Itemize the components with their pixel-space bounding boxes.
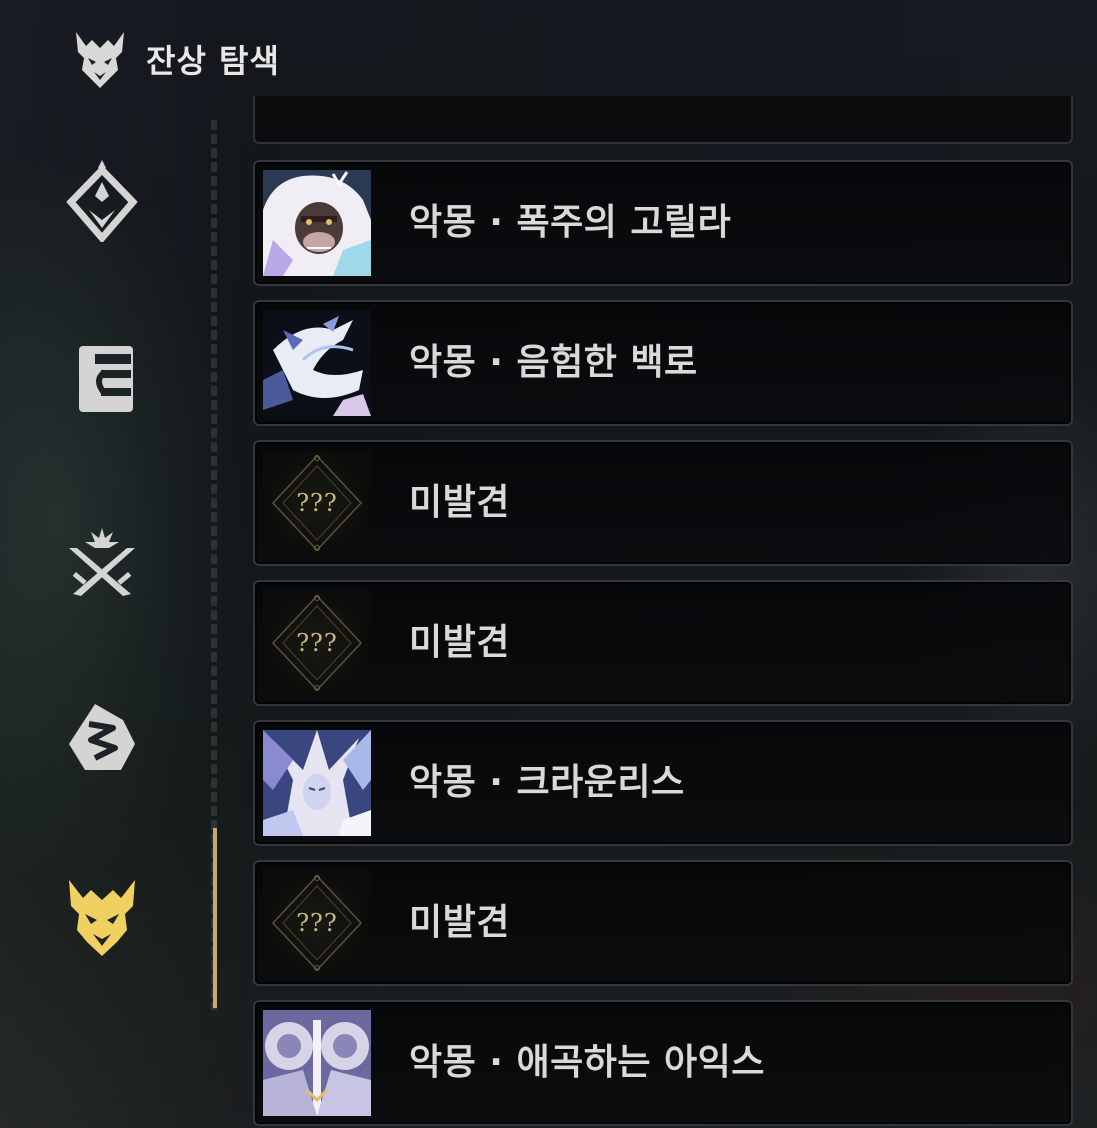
list-item-partial — [253, 96, 1073, 144]
unknown-portrait: ??? — [263, 450, 371, 556]
list-item-name: 미발견 — [409, 902, 510, 943]
demon-mask-icon — [76, 32, 124, 88]
list-item-name: 악몽 · 음험한 백로 — [409, 342, 698, 383]
nav-item-nightmare[interactable] — [60, 876, 144, 960]
list-item[interactable]: ??? 미발견 — [253, 860, 1073, 986]
list-item-name: 미발견 — [409, 482, 510, 523]
crossed-swords-icon — [69, 528, 135, 596]
nav-item-echo[interactable] — [60, 698, 144, 782]
list-item-name: 악몽 · 폭주의 고릴라 — [409, 202, 732, 243]
demon-mask-icon — [69, 880, 135, 956]
list-item-name: 악몽 · 애곡하는 아익스 — [409, 1042, 765, 1083]
nav-active-indicator — [213, 828, 217, 1008]
nav-item-crest[interactable] — [60, 158, 144, 242]
crownless-portrait — [263, 730, 371, 836]
list-item[interactable]: 악몽 · 폭주의 고릴라 — [253, 160, 1073, 286]
list-item[interactable]: 악몽 · 음험한 백로 — [253, 300, 1073, 426]
white-gorilla-portrait — [263, 170, 371, 276]
unknown-placeholder: ??? — [296, 909, 338, 937]
list-item[interactable]: ??? 미발견 — [253, 440, 1073, 566]
page-header: 잔상 탐색 — [72, 28, 280, 90]
list-item[interactable]: 악몽 · 애곡하는 아익스 — [253, 1000, 1073, 1126]
unknown-placeholder: ??? — [296, 489, 338, 517]
list-item[interactable]: 악몽 · 크라운리스 — [253, 720, 1073, 846]
nightmare-list[interactable]: 악몽 · 폭주의 고릴라 악몽 · 음험한 백로 ??? 미발견 ??? 미발견… — [253, 0, 1075, 1128]
diamond-crest-icon — [66, 160, 138, 242]
list-item-name: 악몽 · 크라운리스 — [409, 762, 685, 803]
aix-portrait — [263, 1010, 371, 1116]
list-item-name: 미발견 — [409, 622, 510, 663]
cracked-gem-icon — [69, 704, 135, 770]
list-item[interactable]: ??? 미발견 — [253, 580, 1073, 706]
card-frame-icon — [79, 346, 133, 412]
unknown-portrait: ??? — [263, 870, 371, 976]
nav-item-card[interactable] — [60, 336, 144, 420]
unknown-placeholder: ??? — [296, 629, 338, 657]
nav-item-battle[interactable] — [60, 518, 144, 602]
egret-portrait — [263, 310, 371, 416]
unknown-portrait: ??? — [263, 590, 371, 696]
